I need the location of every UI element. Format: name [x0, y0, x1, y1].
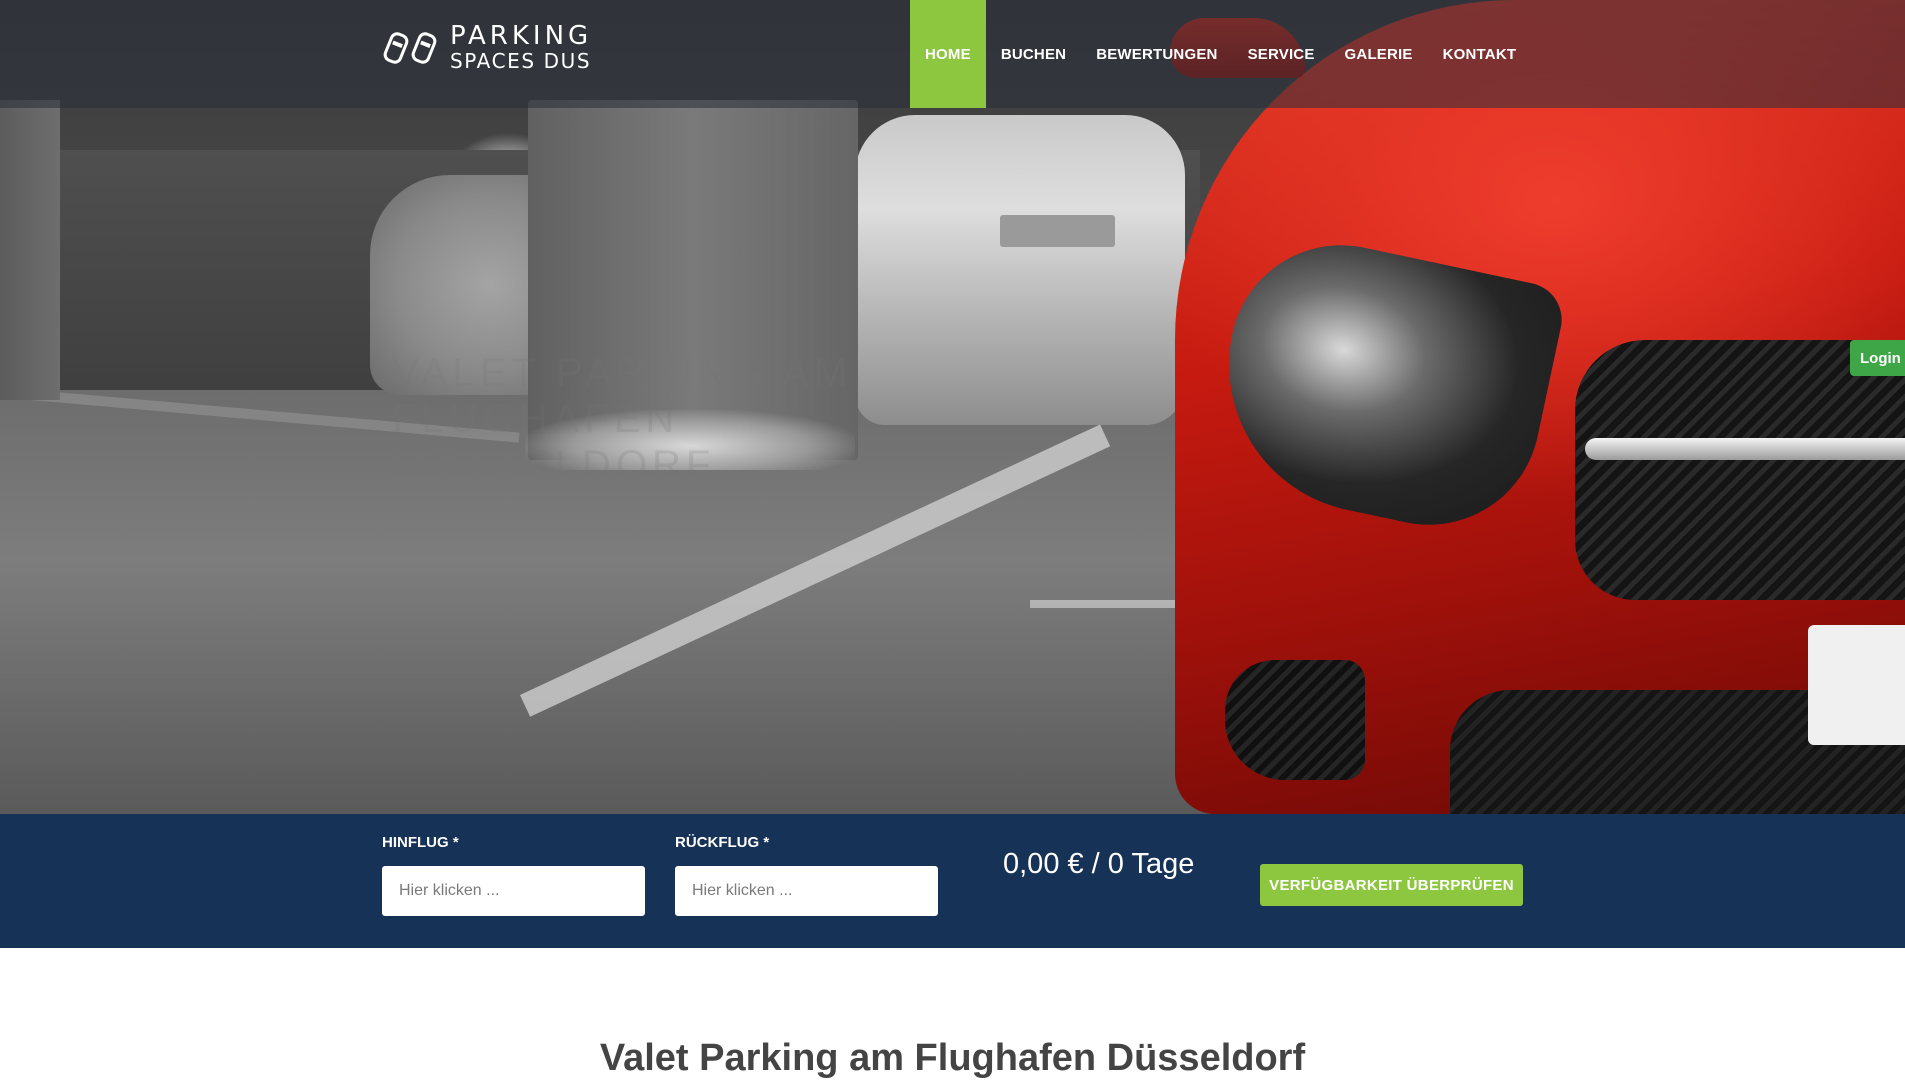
nav-kontakt[interactable]: KONTAKT: [1428, 0, 1532, 108]
nav-service[interactable]: SERVICE: [1233, 0, 1330, 108]
two-cars-icon: [383, 32, 437, 64]
nav-home[interactable]: HOME: [910, 0, 986, 108]
logo-text: PARKING SPACES DUS: [450, 23, 592, 71]
main-nav: HOME BUCHEN BEWERTUNGEN SERVICE GALERIE …: [910, 0, 1531, 108]
login-button[interactable]: Login: [1850, 340, 1905, 376]
hero-red-car-plate: [1808, 625, 1905, 745]
hero-faded-title-line1: Valet Parking am Flughafen: [392, 351, 853, 441]
nav-bewertungen[interactable]: BEWERTUNGEN: [1081, 0, 1232, 108]
return-label: RÜCKFLUG *: [675, 834, 770, 851]
site-logo[interactable]: PARKING SPACES DUS: [382, 22, 592, 72]
return-date-input[interactable]: [675, 866, 938, 916]
site-header: PARKING SPACES DUS HOME BUCHEN BEWERTUNG…: [0, 0, 1905, 108]
return-field: RÜCKFLUG *: [675, 834, 938, 916]
hero-red-car-grille: [1575, 340, 1905, 600]
page-headline: Valet Parking am Flughafen Düsseldorf: [599, 1037, 1306, 1079]
nav-galerie[interactable]: GALERIE: [1330, 0, 1428, 108]
hero-parking-line-short: [1030, 600, 1190, 608]
hero-left-pillar: [0, 100, 60, 400]
nav-buchen[interactable]: BUCHEN: [986, 0, 1081, 108]
hero-faded-title: Valet Parking am Flughafen Düsseldorf: [392, 350, 1152, 488]
check-availability-button[interactable]: VERFÜGBARKEIT ÜBERPRÜFEN: [1260, 864, 1523, 906]
hero-image: Valet Parking am Flughafen Düsseldorf: [0, 0, 1905, 814]
outbound-date-input[interactable]: [382, 866, 645, 916]
price-summary: 0,00 € / 0 Tage: [1003, 848, 1195, 880]
outbound-label: HINFLUG *: [382, 834, 459, 851]
outbound-field: HINFLUG *: [382, 834, 645, 916]
logo-text-parking: PARKING: [450, 21, 593, 51]
hero-red-car-chrome-bar: [1585, 438, 1905, 460]
hero-faded-title-line2: Düsseldorf: [392, 443, 716, 487]
booking-bar: HINFLUG * RÜCKFLUG * 0,00 € / 0 Tage VER…: [0, 814, 1905, 948]
hero-red-car-lower-grille: [1225, 660, 1365, 780]
logo-text-spaces-dus: SPACES DUS: [450, 49, 592, 73]
hero-silver-car-plate: [1000, 215, 1115, 247]
